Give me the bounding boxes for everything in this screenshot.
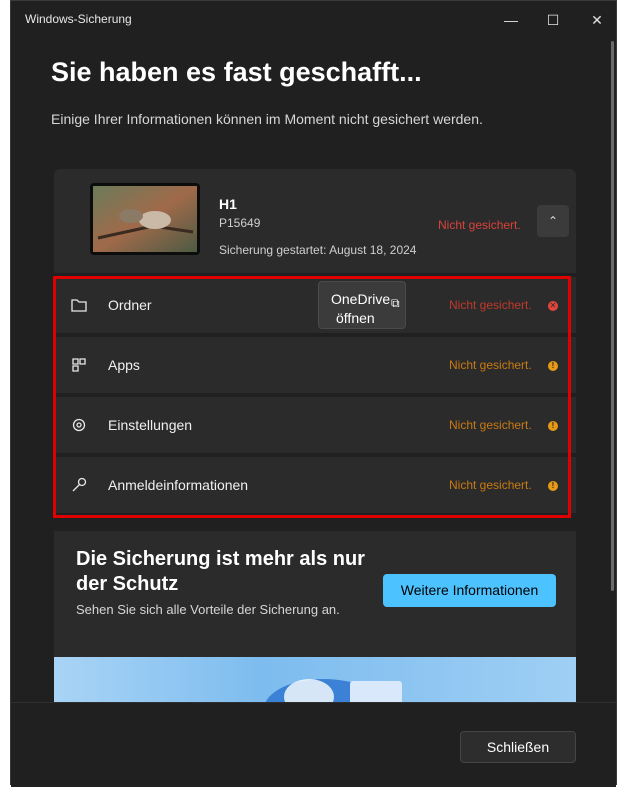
promo-card: Die Sicherung ist mehr als nur der Schut… [54,531,576,661]
promo-text: Sehen Sie sich alle Vorteile der Sicheru… [76,602,340,617]
device-id: P15649 [219,216,261,230]
device-name: H1 [219,196,237,212]
backup-started: Sicherung gestartet: August 18, 2024 [219,243,417,257]
page-subtitle: Einige Ihrer Informationen können im Mom… [51,111,483,127]
footer: Schließen [11,702,616,787]
minimize-button[interactable]: — [491,7,531,33]
collapse-button[interactable]: ⌃ [537,205,569,237]
device-status: Nicht gesichert. [438,218,521,232]
chevron-up-icon: ⌃ [547,214,559,228]
promo-title: Die Sicherung ist mehr als nur der Schut… [76,548,365,595]
window-title: Windows-Sicherung [25,12,132,26]
title-bar[interactable]: Windows-Sicherung — ☐ ✕ [11,1,616,39]
device-card: H1 P15649 Sicherung gestartet: August 18… [54,169,576,273]
close-window-button[interactable]: ✕ [577,7,617,33]
highlight-frame [53,276,571,518]
maximize-button[interactable]: ☐ [533,7,573,33]
close-button[interactable]: Schließen [460,731,576,763]
page-title: Sie haben es fast geschafft... [51,57,422,87]
more-info-button[interactable]: Weitere Informationen [383,574,556,607]
scrollbar[interactable] [611,41,614,591]
promo-banner-image [54,657,576,703]
device-thumbnail [90,183,200,255]
